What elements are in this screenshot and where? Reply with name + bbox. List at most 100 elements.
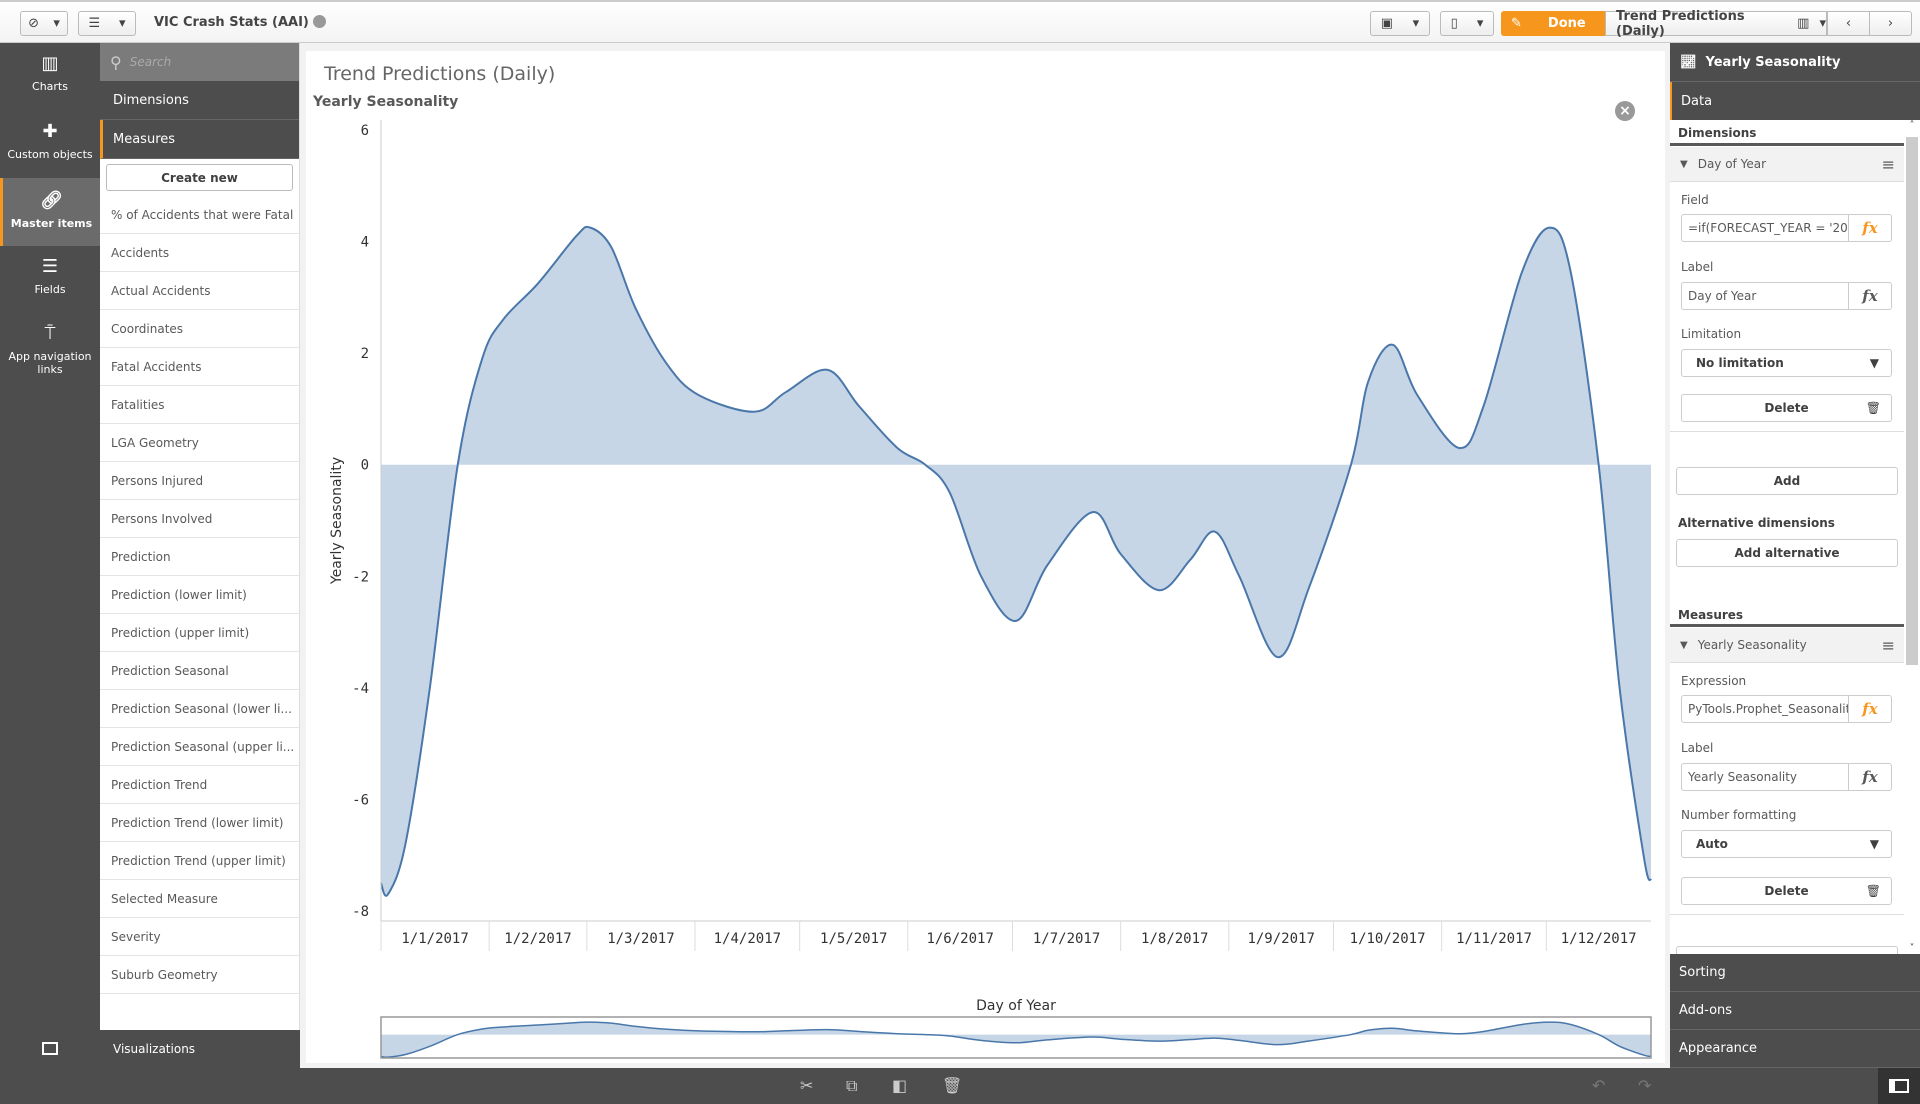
y-tick-label: -4 [352,681,369,697]
list-item[interactable]: Fatal Accidents [100,348,299,386]
create-new-button[interactable]: Create new [106,164,293,191]
caret-down-icon: ▼ [1680,158,1688,170]
undo-icon[interactable]: ↶ [1592,1076,1605,1095]
list-item[interactable]: Prediction (upper limit) [100,614,299,652]
x-tick-label: 1/7/2017 [1033,931,1100,947]
done-button[interactable]: ✎ Done [1501,11,1605,36]
tab-data[interactable]: Data [1670,82,1920,120]
drag-handle-icon[interactable]: ≡ [1882,636,1895,655]
list-item[interactable]: Actual Accidents [100,272,299,310]
y-tick-label: -6 [352,792,369,808]
add-dimension-button[interactable]: Add [1676,467,1898,495]
next-sheet-button[interactable]: › [1869,11,1912,36]
number-formatting-label: Number formatting [1681,808,1797,822]
nav-charts[interactable]: ▥ Charts [0,53,100,111]
caret-down-icon: ▼ [1680,639,1688,651]
list-item[interactable]: Prediction Trend (lower limit) [100,804,299,842]
x-tick-label: 1/10/2017 [1350,931,1426,947]
trash-icon[interactable]: 🗑︎ [942,1076,962,1095]
toggle-properties-button[interactable] [1878,1068,1920,1104]
list-item[interactable]: Selected Measure [100,880,299,918]
fx-icon[interactable]: fx [1849,696,1891,722]
visualizations-bar[interactable]: Visualizations [0,1030,300,1068]
previous-sheet-button[interactable]: ‹ [1827,11,1870,36]
chart-card: Trend Predictions (Daily) Yearly Seasona… [306,51,1665,1063]
line-chart[interactable]: 6 4 2 0 -2 -4 -6 -8 Yearly Seasonality 1/1/2017 1/… [306,51,1665,1063]
divider [1670,624,1904,627]
list-item[interactable]: Persons Injured [100,462,299,500]
list-item[interactable]: Severity [100,918,299,956]
limitation-select[interactable]: No limitation ▼ [1681,349,1892,377]
scroll-down-icon[interactable]: ˅ [1904,943,1920,954]
chevron-down-icon: ▼ [1869,837,1879,851]
measure-list: % of Accidents that were Fatal Accidents A… [100,196,299,996]
fx-icon[interactable]: fx [1849,764,1891,790]
section-appearance[interactable]: Appearance [1670,1030,1920,1068]
x-tick-label: 1/1/2017 [401,931,468,947]
bottom-toolbar: ✂ ⧉ ◧ 🗑︎ ↶ ↷ [0,1068,1920,1104]
fx-icon[interactable]: fx [1849,215,1891,241]
add-measure-button[interactable] [1676,946,1898,954]
section-add-ons[interactable]: Add-ons [1670,992,1920,1030]
measure-label-input[interactable]: Yearly Seasonality fx [1681,763,1892,791]
paste-icon[interactable]: ◧ [892,1076,907,1095]
scroll-up-icon[interactable]: ˄ [1904,120,1920,131]
nav-app-navigation-links[interactable]: ⍑ App navigation links [0,323,100,393]
sheet-selector[interactable]: Trend Predictions (Daily) ▥ ▾ [1605,9,1827,39]
bar-chart-icon: ▥ [41,53,59,74]
story-button[interactable]: ▣ ▾ [1370,11,1430,36]
search-input[interactable]: ⚲ Search [100,43,299,81]
delete-measure-button[interactable]: Delete 🗑︎ [1681,877,1892,905]
cut-icon[interactable]: ✂ [800,1076,813,1095]
list-item[interactable]: Prediction Seasonal [100,652,299,690]
chevron-down-icon: ▾ [1819,16,1826,31]
list-item[interactable]: Prediction [100,538,299,576]
expression-input[interactable]: PyTools.Prophet_Seasonality fx [1681,695,1892,723]
limitation-label: Limitation [1681,327,1742,341]
nav-custom-objects[interactable]: ✚ Custom objects [0,121,100,179]
bookmark-button[interactable]: ▯ ▾ [1440,11,1494,36]
field-input[interactable]: =if(FORECAST_YEAR = '2017' fx [1681,214,1892,242]
list-item[interactable]: Prediction (lower limit) [100,576,299,614]
scrollbar[interactable]: ˄ ˅ [1904,120,1920,954]
list-item[interactable]: % of Accidents that were Fatal [100,196,299,234]
list-item[interactable]: Accidents [100,234,299,272]
properties-header: 📈︎ Yearly Seasonality [1670,43,1920,82]
list-item[interactable]: Prediction Seasonal (upper li... [100,728,299,766]
list-item[interactable]: Vehicles Involved [100,994,299,996]
section-sorting[interactable]: Sorting [1670,954,1920,992]
dimension-label-input[interactable]: Day of Year fx [1681,282,1892,310]
list-item[interactable]: LGA Geometry [100,424,299,462]
chevron-left-icon: ‹ [1845,16,1852,31]
fx-icon[interactable]: fx [1849,283,1891,309]
add-alternative-button[interactable]: Add alternative [1676,539,1898,567]
list-item[interactable]: Suburb Geometry [100,956,299,994]
list-item[interactable]: Prediction Trend [100,766,299,804]
scrollbar-thumb[interactable] [1906,137,1918,665]
tab-dimensions[interactable]: Dimensions [100,81,299,120]
list-item[interactable]: Persons Involved [100,500,299,538]
y-axis-title: Yearly Seasonality [329,457,345,585]
list-item[interactable]: Fatalities [100,386,299,424]
nav-master-items[interactable]: 🔗︎ Master items [0,178,100,246]
list-item[interactable]: Coordinates [100,310,299,348]
delete-dimension-button[interactable]: Delete 🗑︎ [1681,394,1892,422]
dimension-item-header[interactable]: ▼ Day of Year ≡ [1670,147,1904,182]
redo-icon[interactable]: ↷ [1638,1076,1651,1095]
nav-fields[interactable]: ☰ Fields [0,256,100,314]
copy-icon[interactable]: ⧉ [846,1076,857,1096]
expression-label: Expression [1681,674,1747,688]
drag-handle-icon[interactable]: ≡ [1882,155,1895,174]
number-formatting-select[interactable]: Auto ▼ [1681,830,1892,858]
tab-measures[interactable]: Measures [100,120,299,159]
list-item[interactable]: Prediction Trend (upper limit) [100,842,299,880]
measure-item-header[interactable]: ▼ Yearly Seasonality ≡ [1670,628,1904,663]
list-item[interactable]: Prediction Seasonal (lower li... [100,690,299,728]
link-icon: 🔗︎ [40,190,63,211]
x-tick-label: 1/8/2017 [1141,931,1208,947]
measures-heading: Measures [1678,608,1744,622]
navigation-menu-button[interactable]: ⊘ ▾ [20,11,68,36]
area-fill [381,226,1651,896]
field-label: Field [1681,193,1709,207]
global-menu-button[interactable]: ☰ ▾ [78,11,136,36]
